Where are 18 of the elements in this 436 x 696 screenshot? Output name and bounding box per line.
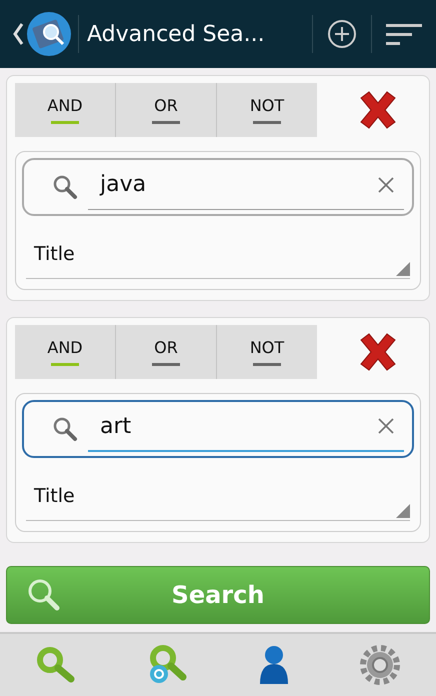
person-icon[interactable] xyxy=(258,644,290,686)
search-icon xyxy=(52,174,78,200)
search-icon xyxy=(52,416,78,442)
sort-icon[interactable] xyxy=(386,22,422,46)
dropdown-arrow-icon xyxy=(396,504,410,518)
clear-icon[interactable] xyxy=(378,418,394,434)
dropdown-arrow-icon xyxy=(396,262,410,276)
settings-icon[interactable] xyxy=(359,644,402,686)
back-icon[interactable] xyxy=(12,22,24,46)
book-magnifier-icon xyxy=(26,11,72,57)
clear-icon[interactable] xyxy=(378,176,394,192)
add-icon[interactable] xyxy=(327,19,357,49)
search-field[interactable]: art xyxy=(22,400,414,458)
search-field[interactable]: java xyxy=(22,158,414,216)
search-icon xyxy=(27,578,61,612)
field-dropdown[interactable]: Title xyxy=(26,230,410,279)
screen-title: Advanced Sea... xyxy=(86,22,266,46)
field-dropdown[interactable]: Title xyxy=(26,472,410,521)
